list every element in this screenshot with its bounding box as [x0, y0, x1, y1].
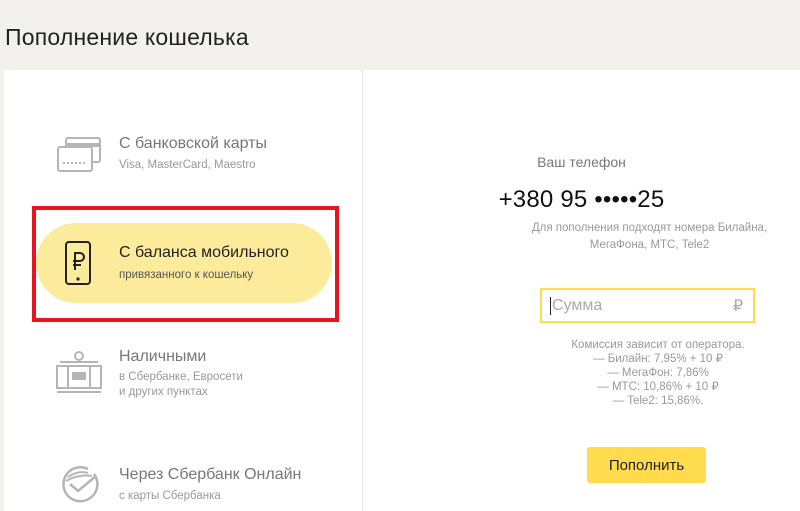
- bank-card-icon: [54, 135, 104, 179]
- method-title: Наличными: [119, 348, 207, 365]
- method-subtitle-line: и других пунктах: [119, 386, 208, 398]
- method-title: С банковской карты: [119, 135, 268, 152]
- page-title: Пополнение кошелька: [5, 24, 249, 50]
- method-subtitle: с карты Сбербанка: [119, 490, 221, 502]
- commission-line: — Tele2: 15,86%.: [612, 395, 704, 407]
- method-title: Через Сбербанк Онлайн: [119, 466, 302, 483]
- commission-line: — МегаФон: 7,86%: [607, 367, 709, 379]
- topup-panel: С банковской карты Visa, MasterCard, Mae…: [0, 70, 800, 511]
- topup-form: Ваш телефон +380 95 •••••25 Для пополнен…: [363, 70, 800, 511]
- text-caret: [550, 297, 551, 315]
- topup-button[interactable]: Пополнить: [587, 447, 706, 483]
- phone-hint-line: Для пополнения подходят номера Билайна,: [531, 222, 768, 234]
- cash-terminal-icon: [54, 350, 104, 394]
- phone-label: Ваш телефон: [537, 154, 626, 170]
- commission-line: — МТС: 10,86% + 10 ₽: [597, 381, 719, 393]
- selection-highlight: [32, 206, 339, 322]
- method-sberbank-online[interactable]: Через Сбербанк Онлайн с карты Сбербанка: [36, 456, 336, 511]
- commission-list: — Билайн: 7,95% + 10 ₽ — МегаФон: 7,86% …: [493, 352, 800, 408]
- commission-line: — Билайн: 7,95% + 10 ₽: [593, 353, 723, 365]
- method-subtitle: в Сбербанке, Евросети и других пунктах: [119, 370, 243, 400]
- method-bank-card[interactable]: С банковской карты Visa, MasterCard, Mae…: [36, 125, 336, 203]
- sberbank-logo-icon: [54, 464, 104, 508]
- amount-field[interactable]: ₽: [540, 288, 755, 323]
- ruble-sign: ₽: [732, 298, 743, 315]
- method-subtitle-line: в Сбербанке, Евросети: [119, 371, 243, 383]
- method-subtitle: Visa, MasterCard, Maestro: [119, 159, 256, 171]
- phone-hint: Для пополнения подходят номера Билайна, …: [513, 220, 786, 254]
- method-cash[interactable]: Наличными в Сбербанке, Евросети и других…: [36, 338, 336, 416]
- phone-number: +380 95 •••••25: [498, 186, 665, 213]
- commission-note: Комиссия зависит от оператора.: [571, 339, 745, 351]
- phone-hint-line: МегаФона, МТС, Tele2: [589, 239, 710, 251]
- amount-input[interactable]: [552, 296, 722, 316]
- panel-edge: [0, 70, 4, 511]
